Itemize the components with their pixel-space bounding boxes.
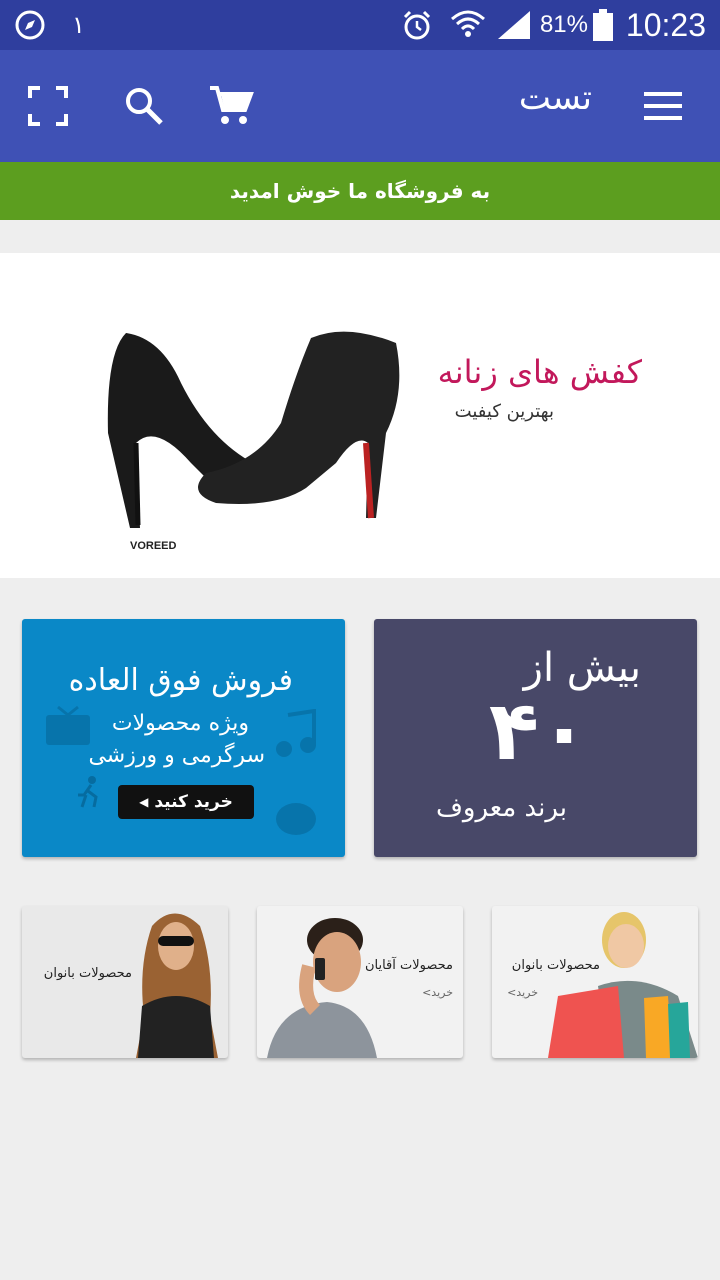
caret-left-icon: ◀	[139, 795, 149, 809]
category-card-women-1[interactable]: محصولات بانوان	[22, 906, 228, 1058]
woman-shopping-bags-image	[548, 906, 698, 1058]
alarm-icon	[400, 0, 434, 50]
promo-sale-title: فروش فوق العاده	[68, 663, 293, 698]
tv-icon	[44, 705, 94, 753]
category-buy-link[interactable]: خرید>	[422, 986, 453, 999]
promo-card-sale[interactable]: فروش فوق العاده ویژه محصولات سرگرمی و ور…	[22, 619, 345, 857]
promo-sale-line2: ویژه محصولات	[111, 711, 249, 736]
woman-sunglasses-image	[122, 906, 228, 1058]
hero-brand-logo: VOREED	[130, 540, 177, 552]
buy-now-label: خرید کنید	[154, 792, 233, 812]
fullscreen-icon[interactable]	[26, 84, 70, 128]
shoe-image	[96, 313, 416, 543]
hero-subtitle: بهترین کیفیت	[454, 401, 554, 422]
ball-icon	[274, 799, 318, 843]
man-phone-image	[257, 906, 377, 1058]
promo-brands-bottom: برند معروف	[435, 793, 567, 823]
app-bar: تست	[0, 50, 720, 162]
compass-icon	[14, 0, 46, 50]
category-buy-link[interactable]: خرید>	[507, 986, 538, 999]
battery-percent: 81%	[539, 11, 588, 38]
category-label: محصولات بانوان	[43, 966, 132, 981]
category-label: محصولات آقایان	[364, 958, 453, 973]
battery-icon	[592, 0, 614, 50]
category-card-men[interactable]: محصولات آقایان خرید>	[257, 906, 463, 1058]
promo-sale-line3: سرگرمی و ورزشی	[88, 743, 265, 768]
app-title: تست	[518, 78, 592, 118]
cart-icon[interactable]	[208, 84, 254, 128]
promo-card-brands[interactable]: بیش از ۴۰ برند معروف	[374, 619, 697, 857]
runner-icon	[74, 775, 104, 813]
category-label: محصولات بانوان	[511, 958, 600, 973]
notification-count: ۱	[72, 11, 85, 39]
category-card-women-2[interactable]: محصولات بانوان خرید>	[492, 906, 698, 1058]
clock: 10:23	[625, 6, 706, 43]
search-icon[interactable]	[122, 84, 166, 128]
menu-icon[interactable]	[642, 84, 686, 128]
buy-now-button[interactable]: خرید کنید ◀	[118, 785, 254, 819]
hero-headline: کفش های زنانه	[437, 353, 642, 391]
welcome-banner: به فروشگاه ما خوش امدید	[0, 162, 720, 220]
hero-banner[interactable]: کفش های زنانه بهترین کیفیت VOREED	[0, 253, 720, 578]
music-note-icon	[274, 708, 318, 763]
promo-brands-number: ۴۰	[488, 684, 589, 779]
signal-icon	[496, 0, 532, 50]
wifi-icon	[450, 0, 486, 50]
status-bar: ۱ 81% 10:23	[0, 0, 720, 50]
